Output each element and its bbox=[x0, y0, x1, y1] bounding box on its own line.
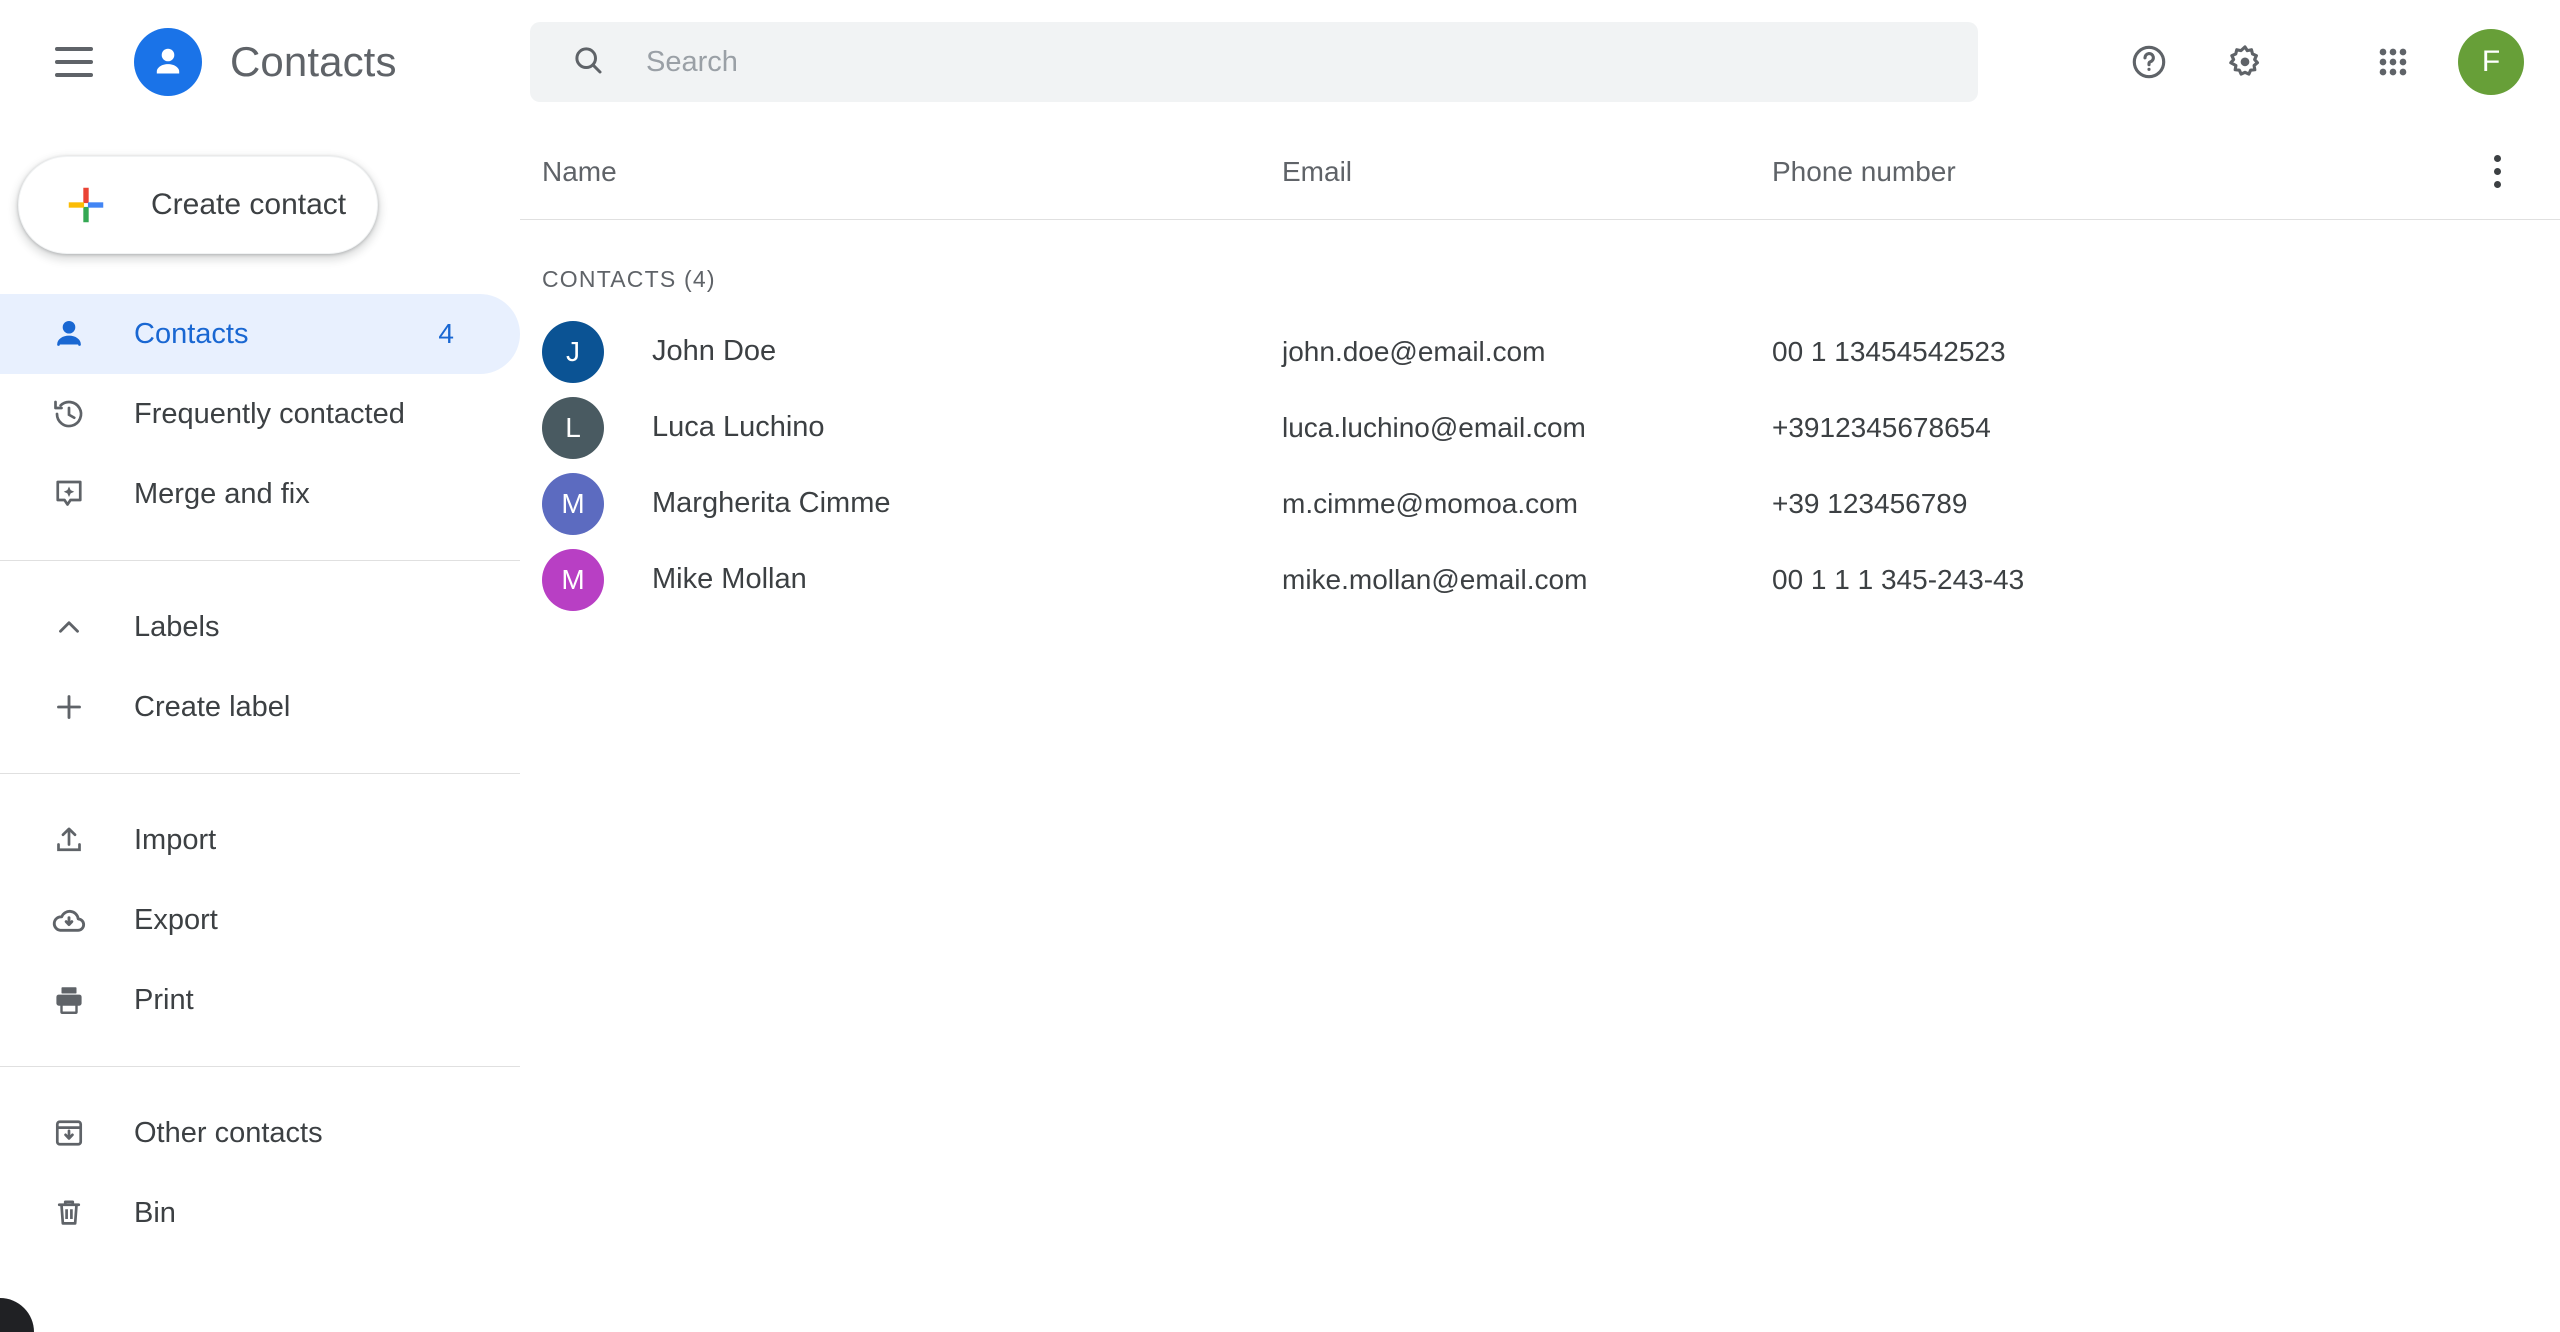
contact-name-cell: M Mike Mollan bbox=[542, 548, 1282, 611]
gear-icon[interactable] bbox=[2206, 23, 2284, 101]
sidebar-item-other-contacts[interactable]: Other contacts bbox=[0, 1093, 520, 1173]
avatar: L bbox=[542, 396, 604, 459]
contact-name: Mike Mollan bbox=[652, 563, 807, 595]
avatar: J bbox=[542, 320, 604, 383]
sidebar-item-label: Import bbox=[134, 823, 217, 856]
contact-phone: +39 123456789 bbox=[1772, 487, 1968, 519]
google-plus-multicolor-icon bbox=[68, 187, 104, 223]
sidebar-nav: Contacts 4 Frequently contacted Merge an… bbox=[0, 294, 520, 1253]
avatar-initial: L bbox=[565, 411, 581, 443]
sidebar-item-label: Bin bbox=[134, 1196, 176, 1229]
table-row[interactable]: L Luca Luchino luca.luchino@email.com +3… bbox=[520, 393, 2560, 462]
sidebar: Contacts Create contact Contacts 4 Frequ… bbox=[0, 0, 520, 1332]
contact-name: John Doe bbox=[652, 335, 777, 367]
sidebar-item-bin[interactable]: Bin bbox=[0, 1173, 520, 1253]
brand-row: Contacts bbox=[0, 0, 520, 124]
sidebar-item-label: Merge and fix bbox=[134, 477, 310, 510]
bottom-left-corner-artifact bbox=[0, 1298, 34, 1332]
apps-grid-icon[interactable] bbox=[2354, 23, 2432, 101]
contact-email: mike.mollan@email.com bbox=[1282, 563, 1588, 595]
sidebar-item-label: Frequently contacted bbox=[134, 397, 405, 430]
sidebar-item-create-label[interactable]: Create label bbox=[0, 667, 520, 747]
avatar: M bbox=[542, 548, 604, 611]
main-content: F Name Email Phone number CONTACTS (4) J… bbox=[520, 0, 2560, 1332]
contacts-person-logo-icon bbox=[134, 28, 202, 96]
create-contact-button[interactable]: Create contact bbox=[18, 156, 378, 254]
sidebar-item-label: Labels bbox=[134, 610, 220, 643]
table-row[interactable]: M Mike Mollan mike.mollan@email.com 00 1… bbox=[520, 545, 2560, 614]
sidebar-divider-3 bbox=[0, 1066, 520, 1067]
search-icon bbox=[570, 42, 606, 83]
person-icon bbox=[48, 313, 90, 355]
printer-icon bbox=[48, 979, 90, 1021]
avatar-initial: M bbox=[561, 487, 585, 519]
more-vertical-icon[interactable] bbox=[2464, 139, 2530, 205]
column-header-email[interactable]: Email bbox=[1282, 156, 1772, 188]
contact-name-cell: M Margherita Cimme bbox=[542, 472, 1282, 535]
table-row[interactable]: J John Doe john.doe@email.com 00 1 13454… bbox=[520, 317, 2560, 386]
top-bar-actions: F bbox=[2110, 23, 2524, 101]
column-header-name[interactable]: Name bbox=[542, 156, 1282, 188]
contact-phone: 00 1 1 1 345-243-43 bbox=[1772, 563, 2025, 595]
archive-down-icon bbox=[48, 1112, 90, 1154]
page-title: Contacts bbox=[230, 38, 397, 85]
avatar-initial: M bbox=[561, 563, 585, 595]
sidebar-item-label: Create label bbox=[134, 690, 291, 723]
sidebar-item-import[interactable]: Import bbox=[0, 800, 520, 880]
avatar-initial: F bbox=[2481, 45, 2501, 78]
sidebar-item-label: Print bbox=[134, 983, 194, 1016]
contact-name-cell: J John Doe bbox=[542, 320, 1282, 383]
sidebar-item-export[interactable]: Export bbox=[0, 880, 520, 960]
top-bar: F bbox=[520, 0, 2560, 124]
trash-bin-icon bbox=[48, 1192, 90, 1234]
search-bar[interactable] bbox=[530, 22, 1978, 102]
history-clock-icon bbox=[48, 393, 90, 435]
contacts-list: J John Doe john.doe@email.com 00 1 13454… bbox=[520, 317, 2560, 614]
contacts-section-label: CONTACTS (4) bbox=[542, 266, 716, 292]
contact-phone: 00 1 13454542523 bbox=[1772, 335, 2006, 367]
contact-email: m.cimme@momoa.com bbox=[1282, 487, 1579, 519]
upload-icon bbox=[48, 819, 90, 861]
column-header-phone[interactable]: Phone number bbox=[1772, 156, 2332, 188]
plus-icon bbox=[48, 686, 90, 728]
avatar-initial: J bbox=[566, 335, 580, 367]
sidebar-item-labels[interactable]: Labels bbox=[0, 587, 520, 667]
sidebar-item-label: Export bbox=[134, 903, 218, 936]
contact-email: luca.luchino@email.com bbox=[1282, 411, 1586, 443]
sidebar-item-frequently-contacted[interactable]: Frequently contacted bbox=[0, 374, 520, 454]
hamburger-menu-icon[interactable] bbox=[38, 26, 110, 98]
merge-sparkle-icon bbox=[48, 473, 90, 515]
contacts-app: Contacts Create contact Contacts 4 Frequ… bbox=[0, 0, 2560, 1332]
sidebar-divider-1 bbox=[0, 560, 520, 561]
sidebar-item-merge-and-fix[interactable]: Merge and fix bbox=[0, 454, 520, 534]
sidebar-item-label: Other contacts bbox=[134, 1116, 323, 1149]
avatar: M bbox=[542, 472, 604, 535]
help-question-icon[interactable] bbox=[2110, 23, 2188, 101]
table-row[interactable]: M Margherita Cimme m.cimme@momoa.com +39… bbox=[520, 469, 2560, 538]
search-input[interactable] bbox=[646, 45, 1926, 79]
table-header-row: Name Email Phone number bbox=[520, 124, 2560, 220]
contact-name-cell: L Luca Luchino bbox=[542, 396, 1282, 459]
avatar[interactable]: F bbox=[2458, 29, 2524, 95]
contact-name: Margherita Cimme bbox=[652, 487, 891, 519]
contact-email: john.doe@email.com bbox=[1282, 335, 1546, 367]
sidebar-item-contacts[interactable]: Contacts 4 bbox=[0, 294, 520, 374]
chevron-up-icon bbox=[48, 606, 90, 648]
contact-phone: +3912345678654 bbox=[1772, 411, 1991, 443]
contact-name: Luca Luchino bbox=[652, 411, 825, 443]
sidebar-divider-2 bbox=[0, 773, 520, 774]
create-contact-label: Create contact bbox=[151, 188, 347, 221]
contacts-count-badge: 4 bbox=[438, 318, 454, 349]
sidebar-item-print[interactable]: Print bbox=[0, 960, 520, 1040]
cloud-download-icon bbox=[48, 899, 90, 941]
sidebar-item-label: Contacts bbox=[134, 317, 249, 350]
